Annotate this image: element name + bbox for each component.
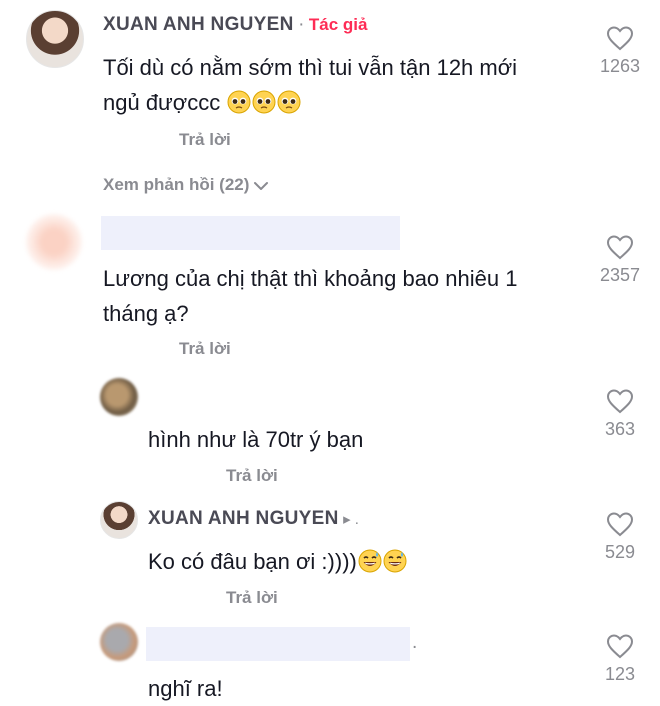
like-count: 1263 (599, 56, 641, 76)
pleading-face-icon (227, 90, 251, 114)
heart-icon[interactable] (606, 234, 634, 260)
reply-button[interactable]: Trả lời (226, 466, 278, 486)
heart-icon[interactable] (606, 25, 634, 51)
grinning-sweat-face-icon (358, 549, 382, 573)
author-name-blurred (101, 216, 400, 250)
view-replies-button[interactable]: Xem phản hồi (22) (103, 175, 269, 195)
author-name[interactable]: XUAN ANH NGUYEN (148, 508, 339, 529)
reply-button[interactable]: Trả lời (226, 588, 278, 608)
comment-text-line: Lương của chị thật thì khoảng bao nhiêu … (103, 266, 518, 291)
reply-header: XUAN ANH NGUYEN ▸ . (148, 508, 359, 530)
separator-dot: · (298, 14, 305, 35)
avatar[interactable] (26, 214, 82, 270)
comment-header: XUAN ANH NGUYEN · Tác giả (103, 14, 367, 36)
reply-text: hình như là 70tr ý bạn (148, 427, 364, 452)
heart-icon[interactable] (606, 388, 634, 414)
separator-dot: . (412, 632, 418, 653)
like-count: 123 (604, 664, 636, 684)
comment-text-line-2: tháng ạ? (103, 301, 189, 326)
reply-text-part: Ko có đâu bạn ơi :)))) (148, 549, 357, 574)
pleading-face-icon (252, 90, 276, 114)
reply-to-indicator: ▸ . (343, 511, 359, 528)
like-count: 363 (604, 419, 636, 439)
comment-text-line: Tối dù có nằm sớm thì tui vẫn tận 12h mớ… (103, 55, 518, 80)
reply-text: nghĩ ra! (148, 676, 223, 701)
reply-button[interactable]: Trả lời (179, 339, 231, 359)
reply-button[interactable]: Trả lời (179, 130, 231, 150)
comment-text: Tối dù có nằm sớm thì tui vẫn tận 12h mớ… (103, 50, 517, 120)
author-name-blurred (146, 627, 410, 661)
heart-icon[interactable] (606, 633, 634, 659)
avatar[interactable] (26, 10, 84, 68)
avatar[interactable] (100, 501, 138, 539)
like-count: 529 (604, 542, 636, 562)
reply-text: Ko có đâu bạn ơi :)))) (148, 544, 407, 579)
avatar[interactable] (100, 623, 138, 661)
grinning-sweat-face-icon (383, 549, 407, 573)
author-badge: Tác giả (308, 15, 368, 34)
pleading-face-icon (277, 90, 301, 114)
chevron-down-icon (254, 181, 269, 190)
heart-icon[interactable] (606, 511, 634, 537)
comment-text: Lương của chị thật thì khoảng bao nhiêu … (103, 261, 517, 331)
like-count: 2357 (599, 265, 641, 285)
view-replies-label: Xem phản hồi (22) (103, 175, 250, 194)
avatar[interactable] (100, 378, 138, 416)
comment-text-line-2: ngủ đượccc (103, 85, 517, 120)
author-name[interactable]: XUAN ANH NGUYEN (103, 14, 294, 35)
comment-text-part: ngủ đượccc (103, 90, 221, 115)
